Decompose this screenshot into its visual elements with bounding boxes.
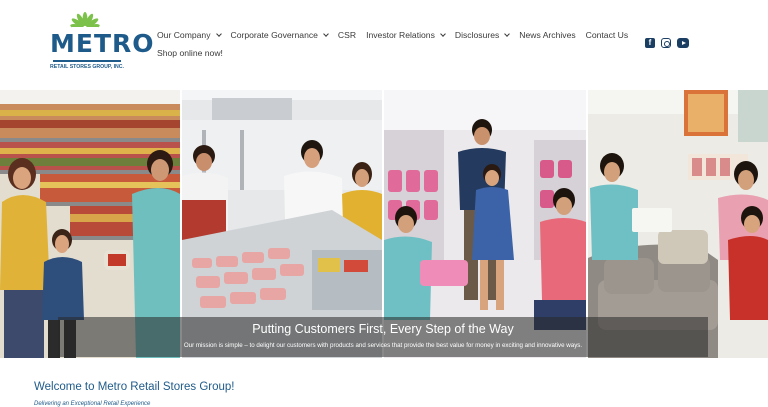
- chevron-down-icon: [504, 31, 510, 37]
- nav-item-label: CSR: [338, 30, 356, 40]
- nav-item-our-company[interactable]: Our Company: [157, 30, 221, 40]
- metro-logo[interactable]: METRO RETAIL STORES GROUP, INC.: [50, 12, 124, 74]
- nav-item-investor-relations[interactable]: Investor Relations: [366, 30, 445, 40]
- nav-item-corporate-governance[interactable]: Corporate Governance: [231, 30, 328, 40]
- nav-row-secondary: Shop online now!: [157, 46, 627, 60]
- fan-leaf-icon: [68, 12, 102, 30]
- nav-item-disclosures[interactable]: Disclosures: [455, 30, 509, 40]
- nav-item-label: Contact Us: [586, 30, 629, 40]
- nav-item-label: Investor Relations: [366, 30, 435, 40]
- main-nav: Our Company Corporate Governance CSR Invest…: [157, 28, 627, 64]
- hero-title: Putting Customers First, Every Step of t…: [58, 322, 708, 336]
- nav-row-primary: Our Company Corporate Governance CSR Invest…: [157, 28, 627, 42]
- nav-item-csr[interactable]: CSR: [338, 30, 356, 40]
- nav-item-shop-online-now[interactable]: Shop online now!: [157, 48, 223, 58]
- logo-wordmark: METRO: [50, 29, 124, 59]
- hero-subtitle: Our mission is simple – to delight our c…: [58, 342, 708, 350]
- nav-item-news-archives[interactable]: News Archives: [519, 30, 575, 40]
- facebook-icon[interactable]: f: [645, 38, 655, 48]
- nav-item-label: Our Company: [157, 30, 211, 40]
- nav-item-label: Shop online now!: [157, 48, 223, 58]
- welcome-heading: Welcome to Metro Retail Stores Group!: [34, 381, 234, 393]
- site-header: METRO RETAIL STORES GROUP, INC. Our Comp…: [0, 0, 768, 90]
- instagram-icon[interactable]: [661, 38, 671, 48]
- hero-banner: Putting Customers First, Every Step of t…: [0, 90, 768, 358]
- nav-item-label: News Archives: [519, 30, 575, 40]
- chevron-down-icon: [216, 31, 222, 37]
- chevron-down-icon: [440, 31, 446, 37]
- social-links: f: [645, 38, 689, 48]
- logo-subline: RETAIL STORES GROUP, INC.: [50, 64, 124, 70]
- chevron-down-icon: [323, 31, 329, 37]
- nav-item-label: Disclosures: [455, 30, 499, 40]
- hero-caption: Putting Customers First, Every Step of t…: [58, 317, 708, 357]
- youtube-icon[interactable]: [677, 38, 689, 48]
- logo-divider: [53, 60, 121, 62]
- nav-item-label: Corporate Governance: [231, 30, 318, 40]
- welcome-tagline: Delivering an Exceptional Retail Experie…: [34, 401, 150, 407]
- nav-item-contact-us[interactable]: Contact Us: [586, 30, 629, 40]
